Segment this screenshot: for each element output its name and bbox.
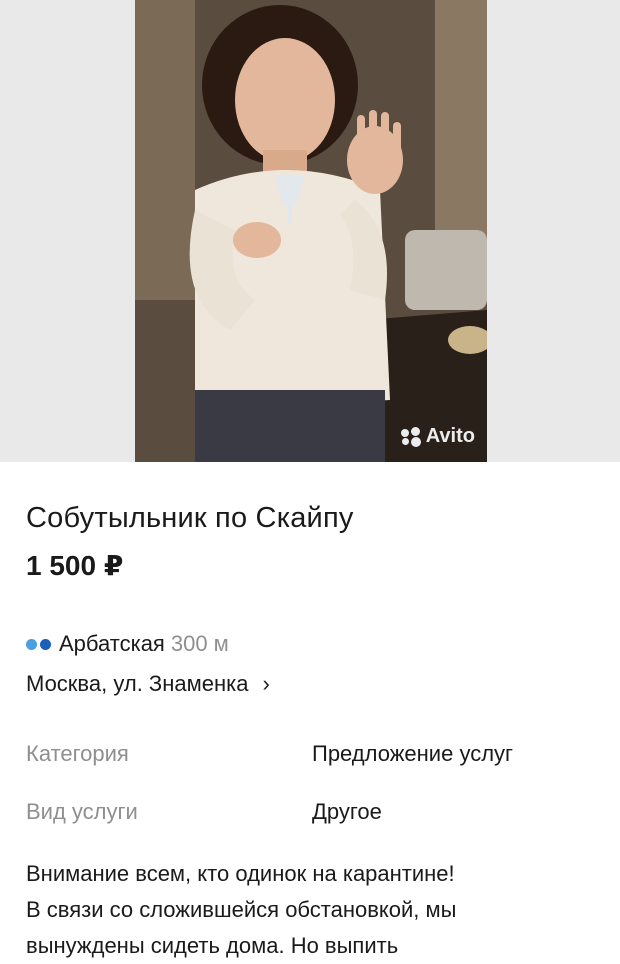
param-row-category: Категория Предложение услуг <box>26 740 594 768</box>
description-line: Внимание всем, кто одинок на карантине! <box>26 861 455 886</box>
description-line: В связи со сложившейся обстановкой, мы <box>26 897 457 922</box>
metro-distance: 300 м <box>170 631 229 656</box>
metro-info: Арбатская 300 м <box>26 630 594 658</box>
photo-gallery[interactable]: Avito <box>0 0 620 462</box>
param-key: Категория <box>26 741 129 766</box>
params-table: Категория Предложение услуг Вид услуги Д… <box>26 740 594 826</box>
avito-watermark: Avito <box>400 425 475 448</box>
param-value: Предложение услуг <box>312 741 514 766</box>
address-link[interactable]: Москва, ул. Знаменка › <box>26 670 594 698</box>
param-key: Вид услуги <box>26 799 138 824</box>
listing-description: Внимание всем, кто одинок на карантине! … <box>26 856 594 964</box>
watermark-text: Avito <box>425 425 475 447</box>
param-value: Другое <box>312 799 382 824</box>
listing-title: Собутыльник по Скайпу <box>26 502 354 534</box>
param-row-service-type: Вид услуги Другое <box>26 798 594 826</box>
avito-logo-icon <box>400 426 421 447</box>
listing-details: Собутыльник по Скайпу 1 500 ₽ Арбатская … <box>0 500 620 964</box>
metro-line-icon <box>26 638 51 650</box>
address-text: Москва, ул. Знаменка <box>26 671 249 696</box>
listing-photo[interactable]: Avito <box>135 0 487 462</box>
photo-illustration <box>135 0 487 462</box>
listing-price: 1 500 ₽ <box>26 550 124 581</box>
metro-station: Арбатская <box>59 631 165 656</box>
chevron-right-icon: › <box>262 671 270 696</box>
